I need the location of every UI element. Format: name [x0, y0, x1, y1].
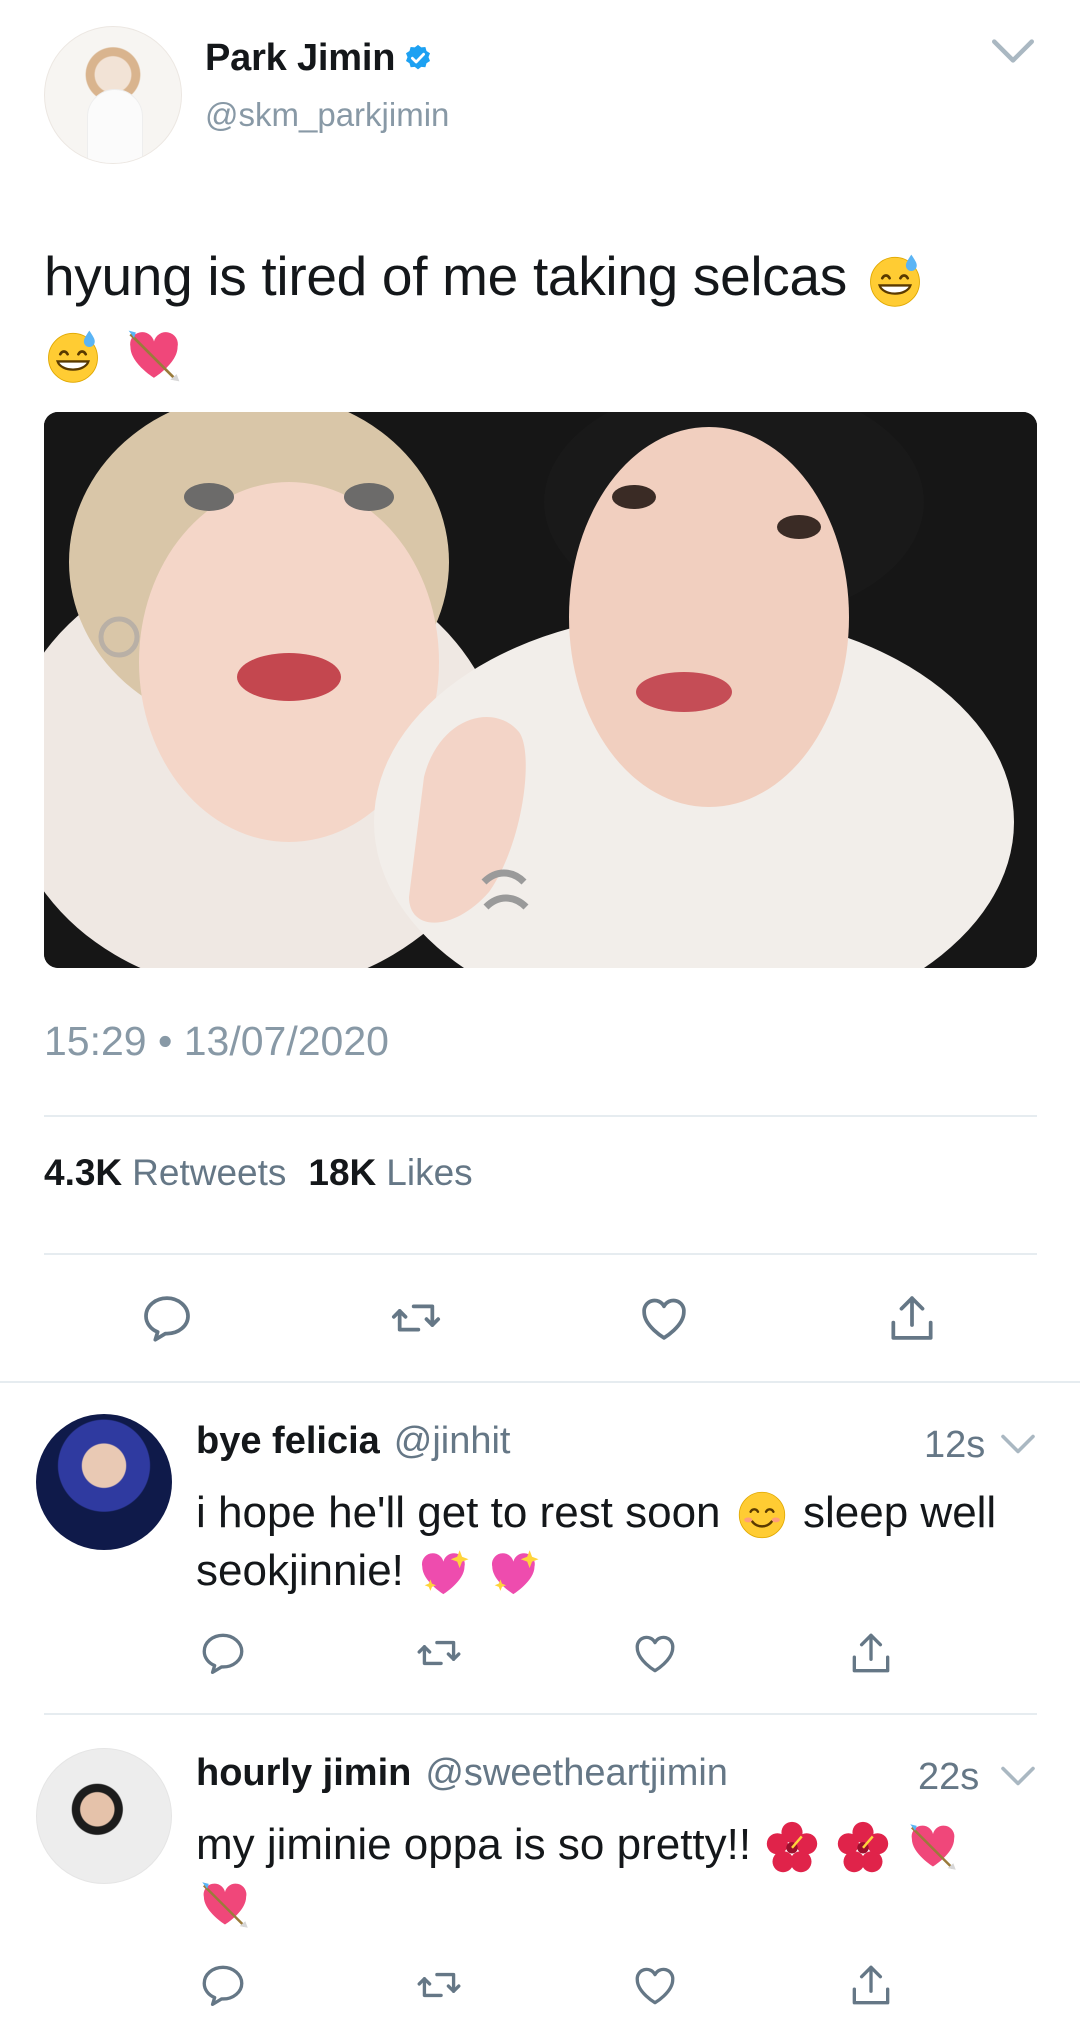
sparkling-heart-emoji — [489, 1547, 541, 1599]
reply-tweet[interactable]: hourly jimin @sweetheartjimin 22s my jim… — [0, 1714, 1080, 2029]
like-icon[interactable] — [636, 1290, 692, 1346]
reply-text-part: my jiminie oppa is so pretty!! — [196, 1820, 752, 1869]
reply-text: i hope he'll get to rest soon sleep well… — [196, 1484, 1016, 1600]
reply-handle: @jinhit — [393, 1420, 511, 1462]
likes-label[interactable]: Likes — [386, 1152, 472, 1194]
author-handle: @skm_parkjimin — [205, 96, 450, 133]
divider — [44, 1115, 1037, 1117]
reply-text-part: i hope he'll get to rest soon — [196, 1488, 721, 1537]
share-icon[interactable] — [846, 1960, 896, 2010]
sparkling-heart-emoji — [419, 1547, 471, 1599]
tweet-photo[interactable] — [44, 412, 1037, 968]
verified-badge-icon — [406, 44, 431, 70]
retweet-icon[interactable] — [388, 1290, 444, 1346]
smiling-face-emoji — [736, 1489, 788, 1541]
grinning-sweat-emoji — [866, 251, 924, 309]
reply-avatar[interactable] — [36, 1748, 172, 1884]
reply-text: my jiminie oppa is so pretty!! — [196, 1816, 1026, 1932]
share-icon[interactable] — [884, 1290, 940, 1346]
tweet-timestamp: 15:29 • 13/07/2020 — [44, 1018, 389, 1064]
retweet-icon[interactable] — [414, 1628, 464, 1678]
reply-icon[interactable] — [139, 1290, 195, 1346]
reply-handle: @sweetheartjimin — [425, 1752, 728, 1794]
reply-avatar[interactable] — [36, 1414, 172, 1550]
photo-illustration — [44, 412, 1037, 968]
heart-with-arrow-emoji — [125, 327, 183, 385]
tweet-text: hyung is tired of me taking selcas — [44, 238, 1034, 390]
share-icon[interactable] — [846, 1628, 896, 1678]
heart-with-arrow-emoji — [199, 1879, 251, 1931]
reply-display-name[interactable]: bye felicia — [196, 1420, 380, 1463]
reply-tweet[interactable]: bye felicia @jinhit 12s i hope he'll get… — [0, 1382, 1080, 1714]
author-avatar[interactable] — [44, 26, 182, 164]
tweet-stats: 4.3K Retweets 18K Likes — [44, 1152, 495, 1194]
reply-name-row: hourly jimin @sweetheartjimin — [196, 1752, 728, 1795]
chevron-down-icon[interactable] — [990, 36, 1036, 66]
reply-display-name[interactable]: hourly jimin — [196, 1752, 411, 1795]
tweet-text-line: hyung is tired of me taking selcas — [44, 245, 847, 307]
divider — [44, 1253, 1037, 1255]
author-name-row: Park Jimin — [205, 36, 433, 80]
reply-time: 22s — [918, 1756, 980, 1798]
reply-icon[interactable] — [198, 1960, 248, 2010]
avatar-figure — [87, 89, 143, 163]
retweets-count[interactable]: 4.3K — [44, 1152, 122, 1194]
reply-time: 12s — [924, 1424, 986, 1466]
chevron-down-icon[interactable] — [1000, 1432, 1036, 1456]
chevron-down-icon[interactable] — [1000, 1764, 1036, 1788]
hibiscus-emoji — [837, 1821, 889, 1873]
grinning-sweat-emoji — [44, 327, 102, 385]
retweet-icon[interactable] — [414, 1960, 464, 2010]
hibiscus-emoji — [766, 1821, 818, 1873]
retweets-label[interactable]: Retweets — [132, 1152, 286, 1194]
like-icon[interactable] — [630, 1960, 680, 2010]
author-display-name[interactable]: Park Jimin — [205, 37, 395, 80]
like-icon[interactable] — [630, 1628, 680, 1678]
reply-name-row: bye felicia @jinhit — [196, 1420, 511, 1463]
heart-with-arrow-emoji — [907, 1821, 959, 1873]
likes-count[interactable]: 18K — [308, 1152, 376, 1194]
reply-icon[interactable] — [198, 1628, 248, 1678]
main-tweet: Park Jimin @skm_parkjimin hyung is tired… — [0, 0, 1080, 1382]
